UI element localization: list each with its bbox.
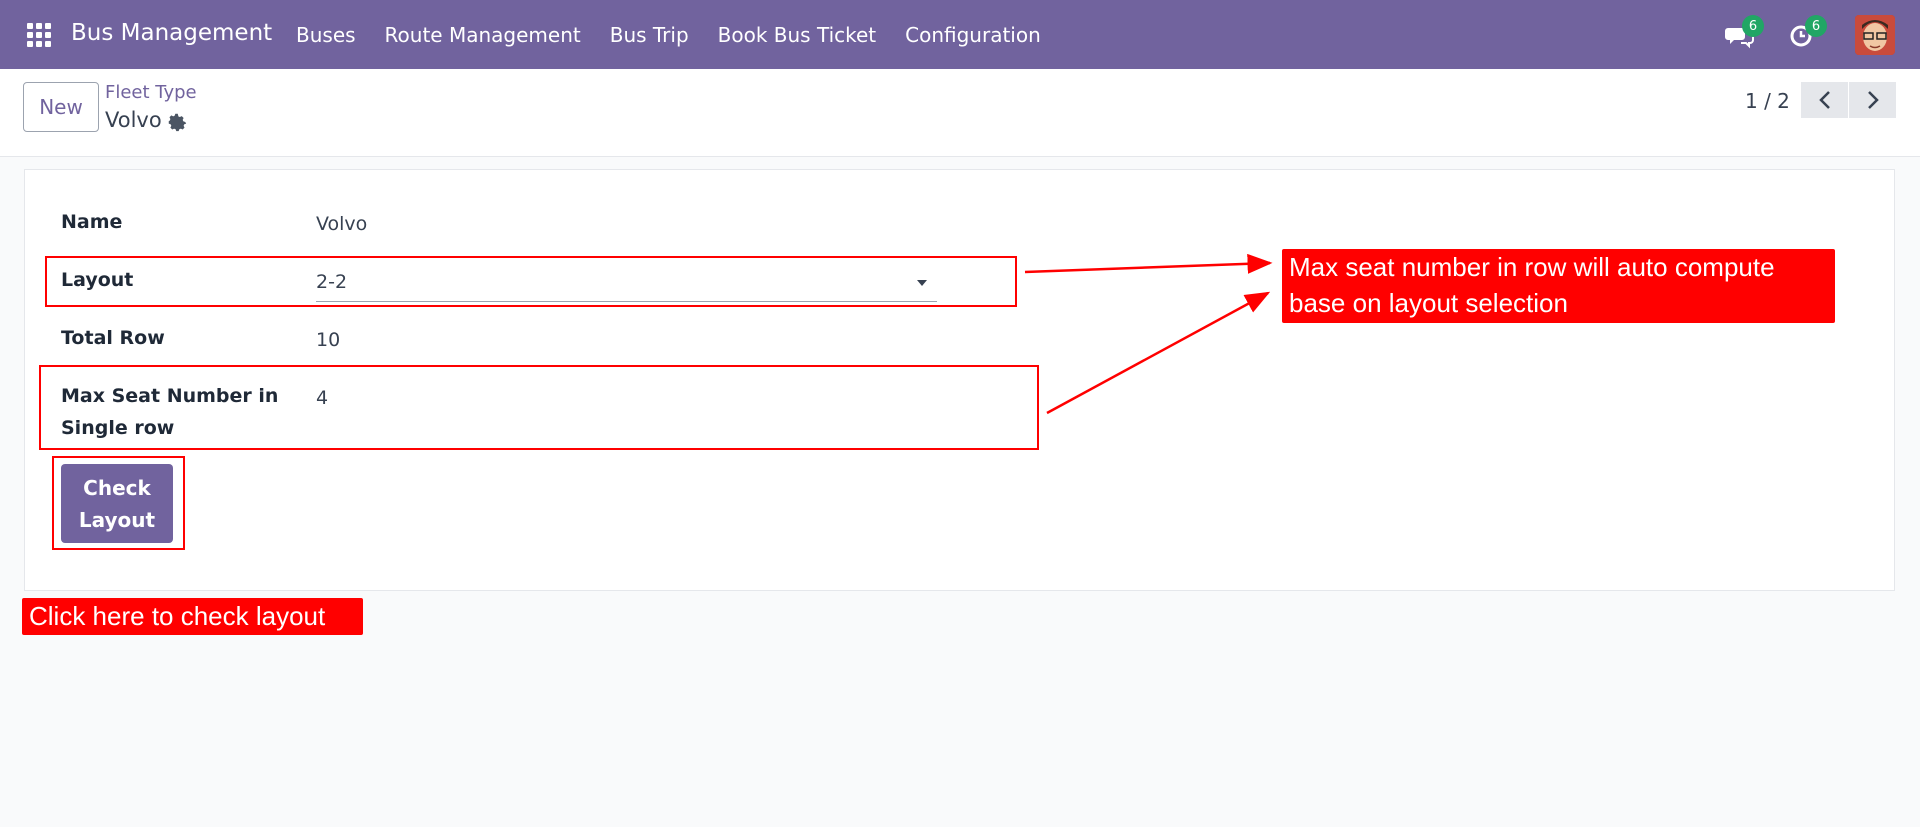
annotation-arrow-layout bbox=[1024, 253, 1273, 274]
annotation-auto-compute-note: Max seat number in row will auto compute… bbox=[1282, 249, 1835, 323]
annotation-arrows bbox=[1024, 253, 1273, 415]
annotation-auto-compute-line2: base on layout selection bbox=[1289, 288, 1568, 318]
annotation-auto-compute-line1: Max seat number in row will auto compute bbox=[1289, 252, 1775, 282]
annotation-check-layout-note: Click here to check layout bbox=[22, 598, 363, 635]
annotation-arrow-max-seat bbox=[1046, 291, 1271, 415]
